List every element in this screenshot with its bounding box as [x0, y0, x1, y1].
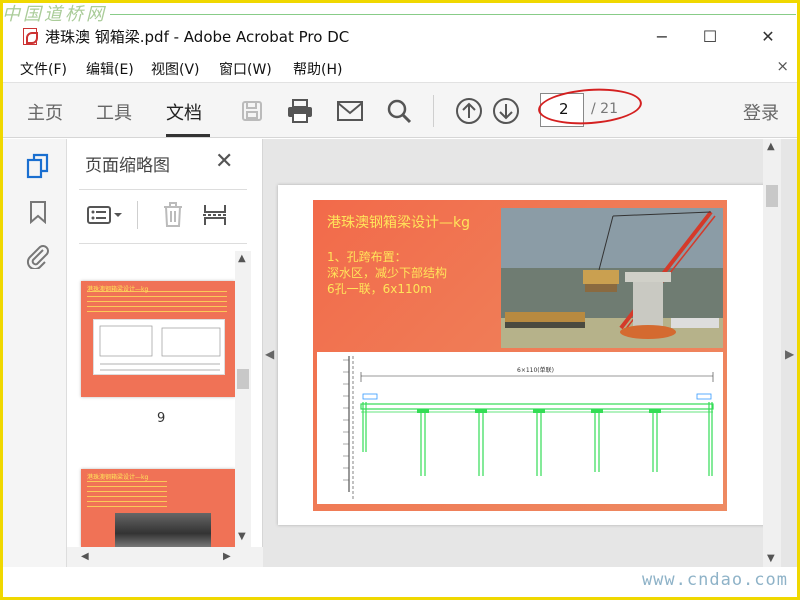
slide-text-line: 6孔一联，6x110m — [327, 282, 432, 296]
attachment-icon[interactable] — [25, 243, 51, 269]
page-thumbnail[interactable]: 港珠澳钢箱梁设计—kg — [81, 469, 235, 547]
menu-edit[interactable]: 编辑(E) — [86, 59, 134, 79]
tab-tools[interactable]: 工具 — [96, 99, 132, 125]
top-divider — [110, 14, 796, 15]
menu-help[interactable]: 帮助(H) — [293, 59, 342, 79]
slide-text-line: 深水区，减少下部结构 — [327, 266, 448, 280]
document-view[interactable]: ◀ ▶ 港珠澳钢箱梁设计—kg 1、孔跨布置： 深水区，减少下部结构 6孔一联，… — [263, 139, 797, 567]
scroll-down-arrow-icon[interactable]: ▼ — [238, 531, 246, 542]
maximize-button[interactable]: ☐ — [687, 22, 733, 50]
page-thumbnails-icon[interactable] — [25, 153, 51, 179]
watermark-top: 中国道桥网 — [2, 4, 107, 25]
thumbnail-text-lines — [87, 291, 227, 313]
collapse-left-arrow-icon[interactable]: ◀ — [265, 347, 274, 361]
extract-page-icon[interactable] — [201, 201, 229, 229]
thumbnail-photo — [115, 513, 211, 547]
thumbnail-text-lines — [87, 481, 167, 507]
search-icon[interactable] — [385, 97, 413, 125]
close-button[interactable]: ✕ — [745, 22, 791, 50]
pdf-page: 港珠澳钢箱梁设计—kg 1、孔跨布置： 深水区，减少下部结构 6孔一联，6x11… — [278, 185, 765, 525]
page-up-icon[interactable] — [455, 97, 483, 125]
slide-title: 港珠澳钢箱梁设计—kg — [327, 215, 470, 231]
minimize-button[interactable]: − — [639, 22, 685, 50]
menu-view[interactable]: 视图(V) — [151, 59, 200, 79]
bridge-elevation-drawing: 6×110(单联) — [317, 352, 723, 504]
slide-text-line: 1、孔跨布置： — [327, 250, 407, 264]
menu-file[interactable]: 文件(F) — [20, 59, 67, 79]
options-menu-icon[interactable] — [85, 201, 125, 229]
scrollbar-thumb[interactable] — [766, 185, 778, 207]
window-title: 港珠澳 钢箱梁.pdf - Adobe Acrobat Pro DC — [45, 28, 350, 46]
email-icon[interactable] — [336, 97, 364, 125]
panel-separator — [137, 201, 138, 229]
scroll-left-arrow-icon[interactable]: ◀ — [81, 551, 89, 562]
login-button[interactable]: 登录 — [743, 99, 779, 125]
page-thumbnail[interactable]: 港珠澳钢箱梁设计—kg — [81, 281, 235, 397]
toolbar: 主页 工具 文档 2 / 21 登录 — [3, 82, 797, 138]
panel-divider — [79, 189, 247, 190]
expand-right-arrow-icon[interactable]: ▶ — [785, 347, 794, 361]
toolbar-separator — [433, 95, 434, 127]
thumbnail-hscrollbar[interactable]: ◀ ▶ — [67, 547, 263, 567]
active-tab-indicator — [166, 134, 210, 137]
bridge-construction-photo — [501, 208, 723, 348]
bookmark-icon[interactable] — [25, 199, 51, 225]
document-scrollbar[interactable]: ▲ ▼ — [763, 139, 781, 567]
scrollbar-thumb[interactable] — [237, 369, 249, 389]
scroll-up-arrow-icon[interactable]: ▲ — [238, 253, 246, 264]
drawing-span-label: 6×110(单联) — [517, 366, 554, 374]
scroll-down-arrow-icon[interactable]: ▼ — [767, 553, 775, 564]
page-down-icon[interactable] — [492, 97, 520, 125]
thumbnail-title: 港珠澳钢箱梁设计—kg — [87, 474, 149, 481]
scroll-right-arrow-icon[interactable]: ▶ — [223, 551, 231, 562]
print-icon[interactable] — [286, 97, 314, 125]
menu-bar: 文件(F) 编辑(E) 视图(V) 窗口(W) 帮助(H) × — [3, 55, 797, 81]
left-navigation-bar — [3, 139, 67, 567]
menu-close-icon[interactable]: × — [776, 57, 789, 75]
thumbnails-panel: 页面缩略图 ✕ 港珠澳钢箱梁设计—kg 9 港珠澳钢箱梁设计—kg ▲ ▼ ◀ … — [67, 139, 263, 567]
slide-content: 港珠澳钢箱梁设计—kg 1、孔跨布置： 深水区，减少下部结构 6孔一联，6x11… — [313, 200, 727, 511]
menu-window[interactable]: 窗口(W) — [219, 59, 272, 79]
thumbnail-page-label: 9 — [157, 411, 166, 426]
pdf-file-icon — [23, 28, 38, 45]
panel-divider — [79, 243, 247, 244]
scroll-up-arrow-icon[interactable]: ▲ — [767, 141, 775, 152]
save-icon[interactable] — [238, 97, 266, 125]
watermark-bottom: www.cndao.com — [641, 570, 788, 590]
panel-close-icon[interactable]: ✕ — [215, 149, 233, 174]
title-bar: 港珠澳 钢箱梁.pdf - Adobe Acrobat Pro DC − ☐ ✕ — [3, 20, 797, 52]
panel-title: 页面缩略图 — [85, 156, 170, 176]
thumbnail-drawing — [93, 319, 225, 375]
thumbnail-scrollbar[interactable]: ▲ ▼ — [235, 251, 251, 547]
tab-home[interactable]: 主页 — [27, 99, 63, 125]
tab-document[interactable]: 文档 — [166, 99, 202, 125]
delete-icon[interactable] — [159, 201, 187, 229]
